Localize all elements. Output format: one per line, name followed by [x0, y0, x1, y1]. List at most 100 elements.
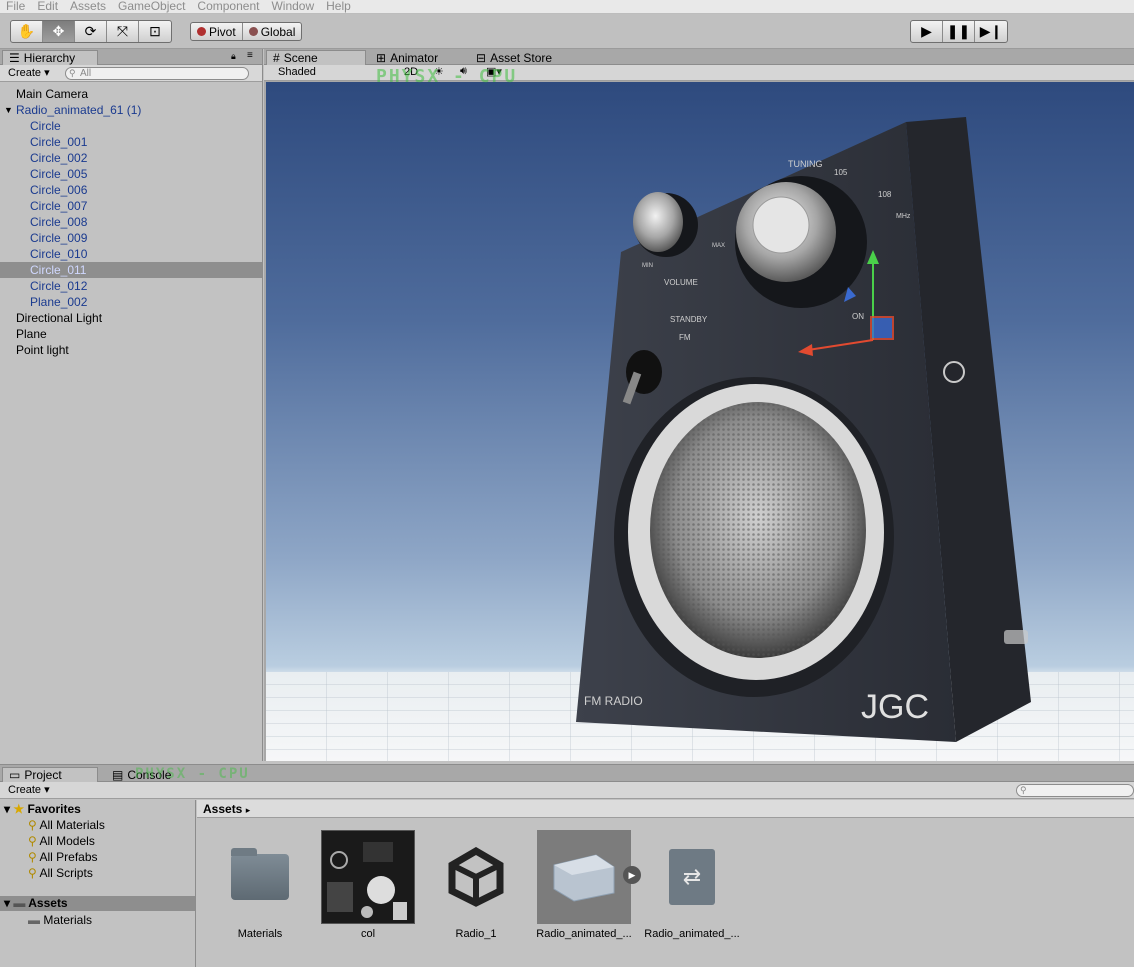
hierarchy-item[interactable]: Circle_010: [0, 246, 262, 262]
assets-root-item[interactable]: ▾ ▬ Assets: [0, 896, 195, 911]
hierarchy-item[interactable]: Circle_008: [0, 214, 262, 230]
hierarchy-item[interactable]: Plane_002: [0, 294, 262, 310]
radio-mhz-text: MHz: [896, 213, 911, 220]
favorite-item[interactable]: ⚲ All Scripts: [28, 865, 93, 881]
hierarchy-item[interactable]: Point light: [0, 342, 262, 358]
move-icon: ✥: [52, 23, 65, 39]
rotate-tool-button[interactable]: ⟳: [75, 21, 107, 42]
hierarchy-item[interactable]: Circle_005: [0, 166, 262, 182]
hierarchy-item-label: Circle_006: [30, 183, 88, 197]
menu-file[interactable]: File: [0, 0, 31, 13]
breadcrumb-arrow-icon: ▸: [245, 805, 251, 815]
tab-hierarchy-label: Hierarchy: [23, 51, 76, 65]
search-icon: ⚲: [28, 818, 40, 832]
shading-mode-dropdown[interactable]: Shaded: [278, 66, 316, 78]
tab-scene[interactable]: # Scene: [266, 50, 366, 65]
scene-tabbar: # Scene ⊞ Animator ⊟ Asset Store: [264, 49, 1134, 65]
favorite-item[interactable]: ⚲ All Materials: [28, 817, 105, 833]
tab-animator-label: Animator: [390, 50, 439, 65]
project-search-icon: ⚲: [1020, 785, 1027, 795]
global-button[interactable]: Global: [243, 23, 302, 40]
asset-name: Materials: [237, 928, 283, 940]
favorites-header[interactable]: ▾ ★ Favorites: [4, 801, 81, 817]
radio-volume-text: VOLUME: [664, 278, 698, 287]
tab-project-label: Project: [24, 768, 62, 782]
scale-icon: ⤧: [116, 23, 129, 39]
folder-icon: [213, 830, 307, 924]
hierarchy-create-button[interactable]: Create ▾: [4, 66, 54, 81]
pivot-label: Pivot: [209, 24, 236, 39]
radio-fm-text: FM: [679, 333, 691, 342]
hierarchy-item-label: Circle_011: [30, 263, 87, 277]
hierarchy-item[interactable]: Directional Light: [0, 310, 262, 326]
project-create-button[interactable]: Create ▾: [4, 783, 54, 798]
search-icon: ⚲: [69, 68, 76, 78]
asset-item-radio-1[interactable]: Radio_1: [429, 830, 525, 948]
favorite-item[interactable]: ⚲ All Models: [28, 833, 95, 849]
hierarchy-item[interactable]: ▼ Radio_animated_61 (1): [0, 102, 262, 118]
move-tool-button[interactable]: ✥: [43, 21, 75, 42]
hierarchy-item-label: Circle_005: [30, 167, 88, 181]
tab-project[interactable]: ▭ Project: [2, 767, 98, 782]
scale-tool-button[interactable]: ⤧: [107, 21, 139, 42]
playback-controls: ▶ ❚❚ ▶❙: [910, 20, 1008, 43]
hierarchy-item[interactable]: Circle_002: [0, 150, 262, 166]
radio-brand-text: JGC: [861, 688, 929, 726]
tab-hierarchy[interactable]: ☰ Hierarchy: [2, 50, 98, 65]
pause-button[interactable]: ❚❚: [943, 21, 975, 42]
lock-icon[interactable]: 🔒︎: [231, 51, 236, 62]
play-button[interactable]: ▶: [911, 21, 943, 42]
menu-component[interactable]: Component: [191, 0, 265, 13]
breadcrumb-assets[interactable]: Assets: [203, 802, 242, 816]
assets-root-label: Assets: [28, 896, 68, 910]
menu-assets[interactable]: Assets: [64, 0, 112, 13]
materials-folder-item[interactable]: ▬ Materials: [28, 912, 92, 928]
radio-min-text: MIN: [642, 263, 653, 269]
folder-icon: ▬: [28, 913, 40, 927]
hierarchy-item[interactable]: Circle: [0, 118, 262, 134]
asset-item-materials[interactable]: Materials: [213, 830, 309, 948]
hierarchy-panel: ☰ Hierarchy 🔒︎ ≡ Create ▾ ⚲ All Main Camer…: [0, 49, 263, 761]
radio-standby-text: STANDBY: [670, 315, 708, 324]
asset-name: col: [360, 928, 376, 940]
pivot-button[interactable]: Pivot: [191, 23, 243, 40]
asset-name: Radio_animated_...: [536, 928, 632, 940]
hierarchy-item-label: Radio_animated_61 (1): [16, 103, 142, 117]
search-placeholder: All: [80, 68, 92, 79]
asset-name: Radio_animated_...: [644, 928, 740, 940]
hand-tool-button[interactable]: ✋: [11, 21, 43, 42]
expand-arrow-icon[interactable]: ▶: [623, 866, 641, 884]
asset-item-col[interactable]: col: [321, 830, 417, 948]
asset-item-radio-animated-2[interactable]: ⇄ Radio_animated_...: [644, 830, 741, 948]
rect-tool-button[interactable]: ⊡: [139, 21, 171, 42]
hierarchy-item-label: Circle_012: [30, 279, 88, 293]
search-icon: ⚲: [28, 866, 40, 880]
scene-viewport[interactable]: JGC FM RADIO TUNING VOLUME STANDBY FM ON…: [266, 82, 1134, 761]
hierarchy-item[interactable]: Circle_001: [0, 134, 262, 150]
tab-animator[interactable]: ⊞ Animator: [370, 50, 444, 65]
hierarchy-item[interactable]: Circle_006: [0, 182, 262, 198]
menu-window[interactable]: Window: [265, 0, 320, 13]
tab-asset-store[interactable]: ⊟ Asset Store: [470, 50, 558, 65]
hierarchy-item[interactable]: Plane: [0, 326, 262, 342]
hierarchy-item[interactable]: Circle_011: [0, 262, 262, 278]
favorite-item-label: All Scripts: [39, 866, 93, 880]
asset-item-radio-animated-1[interactable]: ▶ Radio_animated_...: [536, 830, 641, 948]
menu-gameobject[interactable]: GameObject: [112, 0, 191, 13]
hierarchy-item[interactable]: Main Camera: [0, 86, 262, 102]
hierarchy-item[interactable]: Circle_012: [0, 278, 262, 294]
menu-help[interactable]: Help: [320, 0, 357, 13]
texture-preview-icon: [327, 842, 407, 920]
expand-arrow-icon[interactable]: ▼: [4, 102, 13, 118]
hierarchy-item-label: Circle_002: [30, 151, 88, 165]
hierarchy-search-input[interactable]: ⚲ All: [65, 67, 249, 80]
menu-edit[interactable]: Edit: [31, 0, 64, 13]
project-search-input[interactable]: ⚲: [1016, 784, 1134, 797]
favorite-item[interactable]: ⚲ All Prefabs: [28, 849, 98, 865]
main-toolbar: ✋ ✥ ⟳ ⤧ ⊡ Pivot Global ▶ ❚❚ ▶❙: [0, 14, 1134, 49]
hierarchy-item[interactable]: Circle_009: [0, 230, 262, 246]
hierarchy-item[interactable]: Circle_007: [0, 198, 262, 214]
hierarchy-item-label: Circle: [30, 119, 61, 133]
step-button[interactable]: ▶❙: [975, 21, 1007, 42]
panel-menu-icon[interactable]: ≡: [247, 50, 253, 61]
